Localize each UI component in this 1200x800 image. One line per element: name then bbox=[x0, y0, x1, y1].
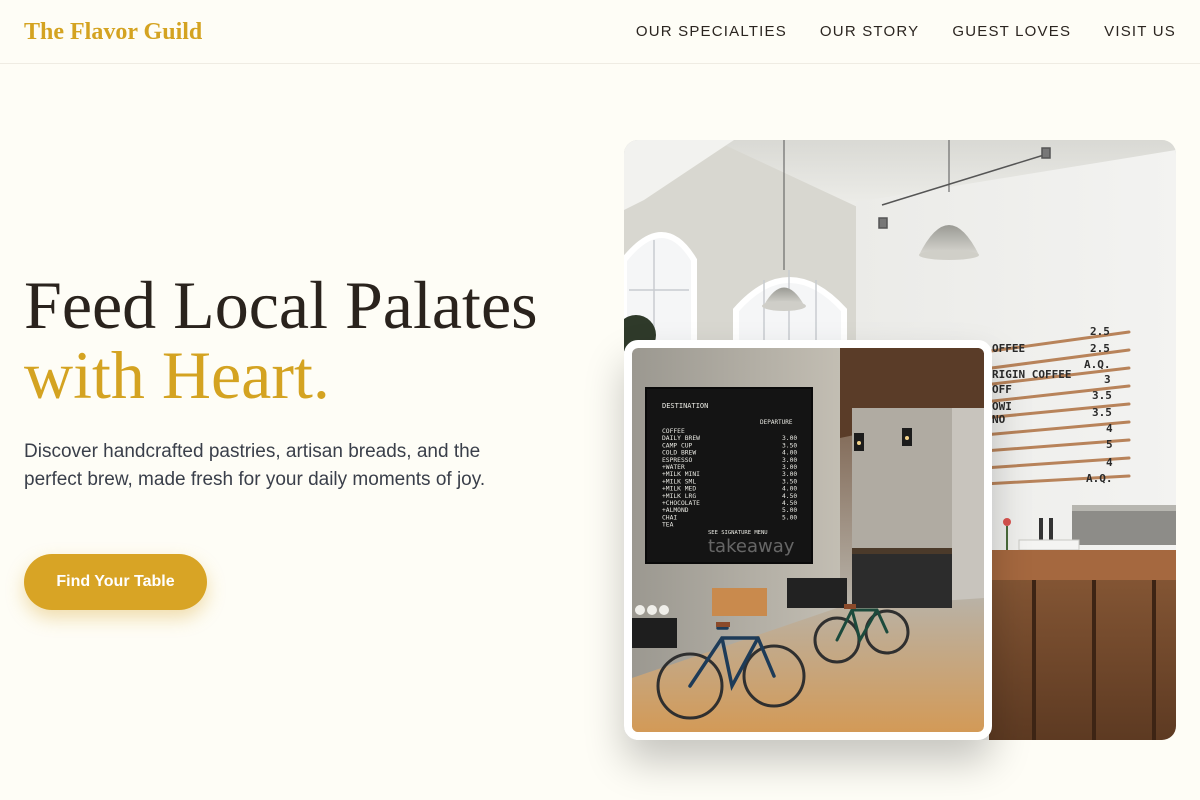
menu-board-price: 3.00 bbox=[782, 471, 797, 478]
takeaway-sign: takeaway bbox=[708, 536, 795, 557]
wall-menu-price-9: 4 bbox=[1106, 456, 1113, 469]
menu-board-price: 3.50 bbox=[782, 478, 797, 485]
menu-board-price: 3.00 bbox=[782, 435, 797, 442]
wall-menu-price-5: 3.5 bbox=[1092, 389, 1112, 402]
wall-menu-item-2: OFFEE bbox=[992, 342, 1025, 355]
menu-board-price: 4.50 bbox=[782, 493, 797, 500]
hero-title: Feed Local Palates with Heart. bbox=[24, 270, 538, 410]
menu-board-item: +MILK MED bbox=[662, 486, 696, 493]
top-navbar: The Flavor Guild OUR SPECIALTIES OUR STO… bbox=[0, 0, 1200, 64]
menu-board-price: 4.50 bbox=[782, 500, 797, 507]
menu-board-item: +ALMOND bbox=[662, 507, 689, 514]
hero-description: Discover handcrafted pastries, artisan b… bbox=[24, 441, 486, 490]
wall-menu-price-8: 5 bbox=[1106, 438, 1113, 451]
cafe-bikes-photo: DESTINATION DEPARTURE COFFEE DAILY BREW 3… bbox=[624, 340, 992, 740]
menu-board-price: 4.00 bbox=[782, 486, 797, 493]
menu-board-item: CAMP CUP bbox=[662, 442, 693, 449]
menu-board-price: 4.00 bbox=[782, 450, 797, 457]
main-navigation: OUR SPECIALTIES OUR STORY GUEST LOVES VI… bbox=[636, 22, 1176, 42]
nav-link-visit-us[interactable]: VISIT US bbox=[1104, 22, 1176, 42]
wall-menu-item-7: NO bbox=[992, 413, 1006, 426]
menu-board-price: 3.00 bbox=[782, 464, 797, 471]
menu-board-item: +CHOCOLATE bbox=[662, 500, 700, 507]
menu-board-item: +MILK SML bbox=[662, 478, 696, 485]
menu-board-header-left: DESTINATION bbox=[662, 402, 708, 410]
wall-menu-item-3: RIGIN COFFEE bbox=[992, 368, 1071, 381]
wall-menu-price-6: 3.5 bbox=[1092, 406, 1112, 419]
wall-menu-price-10: A.Q. bbox=[1086, 472, 1113, 485]
wall-menu-price-2: 2.5 bbox=[1090, 342, 1110, 355]
wall-menu-price-4: 3 bbox=[1104, 373, 1111, 386]
wall-menu-price-3: A.Q. bbox=[1084, 358, 1111, 371]
nav-link-our-story[interactable]: OUR STORY bbox=[820, 22, 919, 42]
wall-menu-price-1: 2.5 bbox=[1090, 325, 1110, 338]
menu-board-price: 5.00 bbox=[782, 514, 797, 521]
find-your-table-button[interactable]: Find Your Table bbox=[24, 554, 207, 610]
wall-menu-item-6: OWI bbox=[992, 400, 1012, 413]
nav-link-our-specialties[interactable]: OUR SPECIALTIES bbox=[636, 22, 787, 42]
menu-board-item: ESPRESSO bbox=[662, 457, 693, 464]
hero-title-line-1: Feed Local Palates bbox=[24, 267, 538, 343]
menu-board-item: TEA bbox=[662, 522, 674, 529]
menu-board-price: 3.50 bbox=[782, 442, 797, 449]
menu-board-price: 5.00 bbox=[782, 507, 797, 514]
menu-board-item: +WATER bbox=[662, 464, 685, 471]
menu-board-price: 3.00 bbox=[782, 457, 797, 464]
wall-menu-price-7: 4 bbox=[1106, 422, 1113, 435]
menu-board-item: DAILY BREW bbox=[662, 435, 700, 442]
wall-menu-item-5: OFF bbox=[992, 383, 1012, 396]
menu-board-item: COLD BREW bbox=[662, 450, 696, 457]
menu-board-item: COFFEE bbox=[662, 428, 685, 435]
menu-board-header-right: DEPARTURE bbox=[760, 419, 793, 426]
menu-board-item: +MILK LRG bbox=[662, 493, 696, 500]
hero-title-line-2: with Heart. bbox=[24, 337, 330, 413]
menu-board-item: CHAI bbox=[662, 514, 677, 521]
menu-board-item: +MILK MINI bbox=[662, 471, 700, 478]
nav-link-guest-loves[interactable]: GUEST LOVES bbox=[952, 22, 1071, 42]
brand-logo-link[interactable]: The Flavor Guild bbox=[24, 17, 202, 47]
